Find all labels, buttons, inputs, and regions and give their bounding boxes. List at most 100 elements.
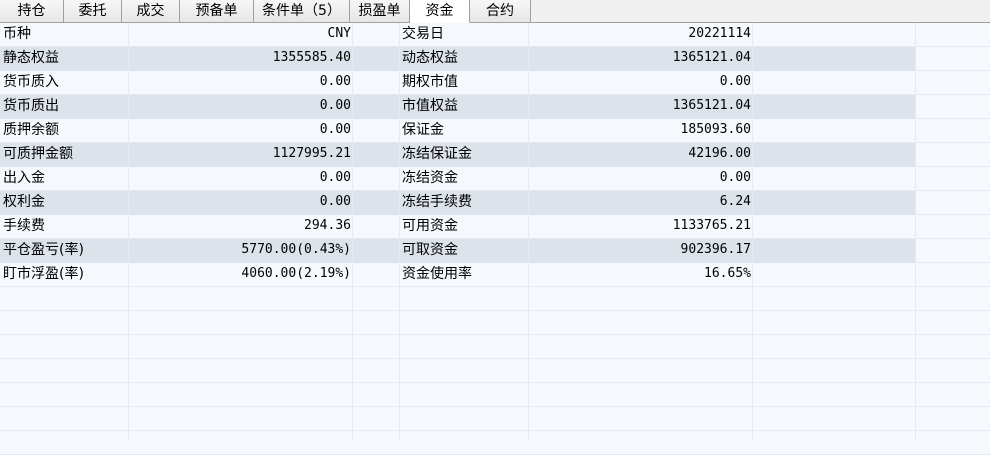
label-cell: 冻结手续费 xyxy=(399,191,528,215)
value-cell: 0.00 xyxy=(319,122,351,137)
empty-row xyxy=(0,311,990,335)
label-cell xyxy=(0,359,128,383)
spacer-cell xyxy=(352,407,399,431)
tab-positions[interactable]: 持仓 xyxy=(0,0,64,22)
tab-contracts[interactable]: 合约 xyxy=(470,0,531,22)
spacer-cell xyxy=(752,311,915,335)
label-cell: 可取资金 xyxy=(399,239,528,263)
spacer-cell xyxy=(752,263,915,287)
spacer-cell xyxy=(915,407,990,431)
spacer-cell xyxy=(752,23,915,47)
spacer-cell xyxy=(752,407,915,431)
spacer-cell xyxy=(752,431,915,455)
column-divider xyxy=(528,23,529,441)
label-cell xyxy=(399,407,528,431)
spacer-cell xyxy=(352,287,399,311)
spacer-cell xyxy=(352,431,399,455)
tab-stop-orders[interactable]: 损盈单 xyxy=(350,0,410,22)
label-cell: 平仓盈亏(率) xyxy=(0,239,128,263)
value-cell: 0.00 xyxy=(719,74,751,89)
label-cell: 质押余额 xyxy=(3,122,59,138)
table-row[interactable]: 盯市浮盈(率) 4060.00(2.19%) 资金使用率 16.65% xyxy=(0,263,990,287)
spacer-cell xyxy=(752,215,915,239)
table-row[interactable]: 权利金 0.00 冻结手续费 6.24 xyxy=(0,191,990,215)
tab-orders[interactable]: 委托 xyxy=(64,0,122,22)
spacer-cell xyxy=(352,47,399,71)
value-cell: 0.00 xyxy=(319,74,351,89)
label-cell xyxy=(399,287,528,311)
tab-funds[interactable]: 资金 xyxy=(410,0,470,23)
label-cell: 静态权益 xyxy=(0,47,128,71)
label-cell: 动态权益 xyxy=(399,47,528,71)
label-cell xyxy=(0,311,128,335)
spacer-cell xyxy=(915,191,990,215)
value-cell: 1133765.21 xyxy=(672,218,751,233)
value-cell xyxy=(528,407,752,431)
spacer-cell xyxy=(915,215,990,239)
column-divider xyxy=(352,23,353,441)
column-divider xyxy=(399,23,400,441)
label-cell: 货币质出 xyxy=(0,95,128,119)
spacer-cell xyxy=(752,287,915,311)
value-cell xyxy=(128,287,352,311)
value-cell: 0.00 xyxy=(128,191,352,215)
spacer-cell xyxy=(352,23,399,47)
label-cell: 权利金 xyxy=(0,191,128,215)
spacer-cell xyxy=(915,335,990,359)
value-cell xyxy=(528,311,752,335)
table-row[interactable]: 平仓盈亏(率) 5770.00(0.43%) 可取资金 902396.17 xyxy=(0,239,990,263)
value-cell: 1365121.04 xyxy=(528,95,752,119)
table-row[interactable]: 手续费 294.36 可用资金 1133765.21 xyxy=(0,215,990,239)
label-cell: 冻结保证金 xyxy=(399,143,528,167)
spacer-cell xyxy=(915,239,990,263)
spacer-cell xyxy=(915,95,990,119)
table-row[interactable]: 货币质入 0.00 期权市值 0.00 xyxy=(0,71,990,95)
spacer-cell xyxy=(352,359,399,383)
tab-prepared-orders[interactable]: 预备单 xyxy=(180,0,254,22)
label-cell xyxy=(0,407,128,431)
table-row[interactable]: 静态权益 1355585.40 动态权益 1365121.04 xyxy=(0,47,990,71)
table-row[interactable]: 货币质出 0.00 市值权益 1365121.04 xyxy=(0,95,990,119)
label-cell xyxy=(0,383,128,407)
value-cell: 6.24 xyxy=(528,191,752,215)
label-cell: 保证金 xyxy=(402,122,444,138)
column-divider xyxy=(752,23,753,441)
value-cell: 902396.17 xyxy=(528,239,752,263)
table-row[interactable]: 出入金 0.00 冻结资金 0.00 xyxy=(0,167,990,191)
spacer-cell xyxy=(752,143,915,167)
spacer-cell xyxy=(915,143,990,167)
spacer-cell xyxy=(352,215,399,239)
spacer-cell xyxy=(915,71,990,95)
spacer-cell xyxy=(915,263,990,287)
spacer-cell xyxy=(352,71,399,95)
tab-conditional-orders[interactable]: 条件单（5） xyxy=(254,0,350,22)
empty-row xyxy=(0,335,990,359)
column-divider xyxy=(915,23,916,441)
tab-trades[interactable]: 成交 xyxy=(122,0,180,22)
empty-row xyxy=(0,407,990,431)
value-cell: 16.65% xyxy=(704,266,751,281)
spacer-cell xyxy=(752,167,915,191)
label-cell: 货币质入 xyxy=(3,74,59,90)
spacer-cell xyxy=(352,335,399,359)
label-cell xyxy=(0,287,128,311)
spacer-cell xyxy=(915,359,990,383)
value-cell: 1355585.40 xyxy=(128,47,352,71)
value-cell xyxy=(528,431,752,455)
spacer-cell xyxy=(352,95,399,119)
spacer-cell xyxy=(752,47,915,71)
spacer-cell xyxy=(915,311,990,335)
label-cell xyxy=(399,383,528,407)
value-cell xyxy=(128,407,352,431)
label-cell: 期权市值 xyxy=(402,74,458,90)
table-row[interactable]: 质押余额 0.00 保证金 185093.60 xyxy=(0,119,990,143)
empty-row xyxy=(0,287,990,311)
value-cell: 0.00 xyxy=(128,95,352,119)
value-cell xyxy=(128,383,352,407)
table-row[interactable]: 可质押金额 1127995.21 冻结保证金 42196.00 xyxy=(0,143,990,167)
spacer-cell xyxy=(352,311,399,335)
value-cell xyxy=(528,383,752,407)
spacer-cell xyxy=(915,167,990,191)
value-cell: 294.36 xyxy=(304,218,351,233)
table-row[interactable]: 币种 CNY 交易日 20221114 xyxy=(0,23,990,47)
